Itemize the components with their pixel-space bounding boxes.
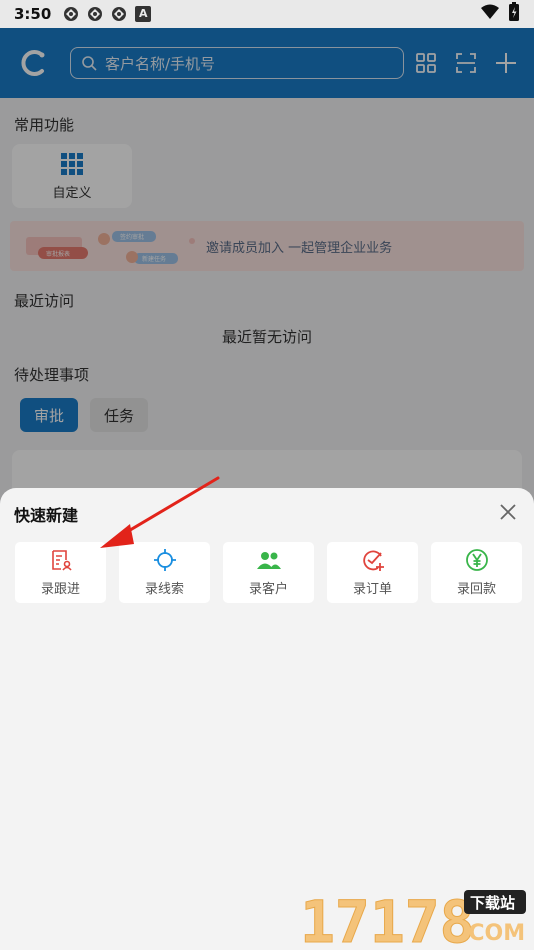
record-payment-button[interactable]: 录回款 <box>431 542 522 603</box>
quick-create-sheet: 快速新建 录跟进 录线索 录客户 录订单 录回款 <box>0 488 534 950</box>
status-time: 3:50 <box>14 5 52 23</box>
app-notification-icon <box>87 6 103 22</box>
wifi-icon <box>480 4 500 24</box>
watermark-tag: 下载站 <box>470 894 515 912</box>
yen-icon <box>465 549 488 571</box>
battery-icon <box>508 2 520 26</box>
record-customer-label: 录客户 <box>248 582 288 597</box>
order-check-icon <box>362 550 384 571</box>
customers-icon <box>256 552 281 569</box>
watermark-domain: .COM <box>460 921 525 946</box>
letter-a-icon: A <box>135 6 152 22</box>
watermark-logo: 17178 下载站 .COM <box>300 888 526 948</box>
sheet-title: 快速新建 <box>14 506 79 525</box>
watermark-number: 17178 <box>300 888 475 948</box>
record-lead-label: 录线索 <box>144 582 184 597</box>
status-bar: 3:50 A <box>0 0 534 28</box>
annotation-arrow <box>100 476 220 548</box>
follow-up-icon <box>51 550 72 571</box>
close-icon[interactable] <box>498 502 518 522</box>
record-payment-label: 录回款 <box>456 582 496 597</box>
app-notification-icon <box>111 6 127 22</box>
record-customer-button[interactable]: 录客户 <box>223 542 314 603</box>
record-follow-up-label: 录跟进 <box>40 582 80 597</box>
record-order-label: 录订单 <box>352 582 392 597</box>
app-notification-icon <box>63 6 79 22</box>
record-order-button[interactable]: 录订单 <box>327 542 418 603</box>
